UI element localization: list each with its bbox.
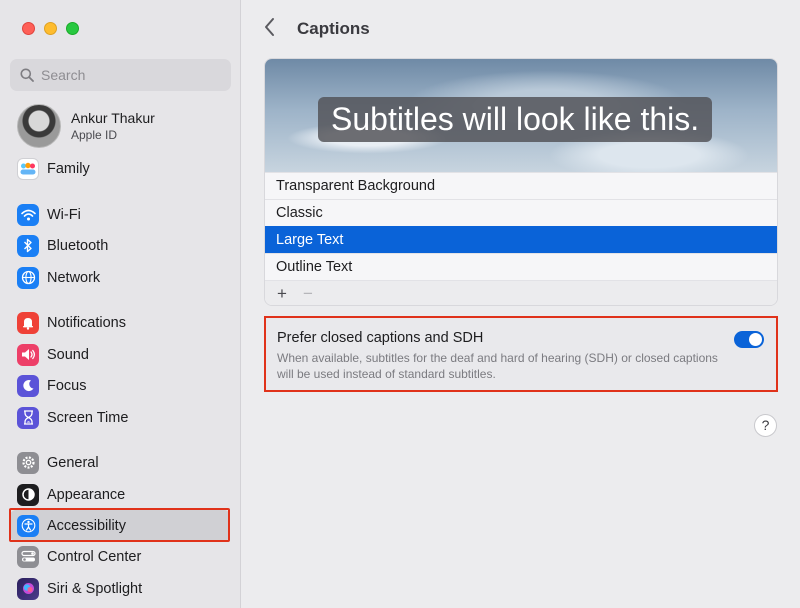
control-center-icon [17, 545, 39, 568]
family-icon [17, 157, 39, 180]
bell-icon [17, 311, 39, 334]
search-field[interactable] [10, 59, 231, 91]
gear-icon [17, 451, 39, 474]
setting-label: Prefer closed captions and SDH [277, 330, 484, 346]
sidebar-item-focus[interactable]: Focus [10, 370, 230, 401]
sidebar-item-screen-time[interactable]: Screen Time [10, 402, 230, 433]
sidebar-item-label: Family [47, 160, 90, 177]
search-input[interactable] [41, 67, 221, 83]
profile-name: Ankur Thakur [71, 110, 155, 126]
zoom-window-button[interactable] [66, 22, 79, 35]
window-controls [22, 22, 79, 35]
sidebar-item-label: General [47, 454, 99, 471]
sidebar-item-siri-spotlight[interactable]: Siri & Spotlight [10, 573, 230, 604]
style-option-outline-text[interactable]: Outline Text [265, 253, 777, 280]
add-style-button[interactable]: + [271, 284, 293, 304]
speaker-icon [17, 343, 39, 366]
bluetooth-icon [17, 234, 39, 257]
accessibility-icon [17, 514, 39, 537]
sidebar-item-label: Sound [47, 346, 89, 363]
page-title: Captions [297, 19, 370, 38]
style-option-large-text[interactable]: Large Text [265, 226, 777, 253]
sidebar-item-wifi[interactable]: Wi-Fi [10, 199, 230, 230]
prefer-closed-captions-toggle[interactable] [734, 331, 764, 348]
sidebar-item-accessibility[interactable]: Accessibility [10, 510, 230, 541]
caption-style-card: Subtitles will look like this. Transpare… [264, 58, 778, 306]
sidebar-item-control-center[interactable]: Control Center [10, 541, 230, 572]
sidebar-item-notifications[interactable]: Notifications [10, 307, 230, 338]
sidebar-item-label: Wi-Fi [47, 206, 81, 223]
sidebar-item-label: Appearance [47, 486, 126, 503]
subtitle-preview: Subtitles will look like this. [265, 59, 777, 172]
sidebar-item-appearance[interactable]: Appearance [10, 479, 230, 510]
sidebar-item-sound[interactable]: Sound [10, 339, 230, 370]
sidebar-item-network[interactable]: Network [10, 262, 230, 293]
sidebar-item-label: Screen Time [47, 409, 129, 426]
toggle-knob [749, 333, 762, 346]
prefer-closed-captions-setting: Prefer closed captions and SDH When avai… [264, 316, 778, 392]
style-list-footer: + − [265, 280, 777, 305]
profile-subtitle: Apple ID [71, 128, 118, 142]
sidebar-item-family[interactable]: Family [10, 153, 230, 184]
apple-id-profile[interactable]: Ankur Thakur Apple ID [17, 104, 155, 148]
minimize-window-button[interactable] [44, 22, 57, 35]
sidebar-item-label: Focus [47, 377, 87, 394]
sidebar-item-label: Accessibility [47, 517, 126, 534]
sidebar: Ankur Thakur Apple ID Family Wi-Fi [0, 0, 241, 608]
globe-icon [17, 266, 39, 289]
sidebar-item-general[interactable]: General [10, 447, 230, 478]
close-window-button[interactable] [22, 22, 35, 35]
avatar [17, 104, 61, 148]
style-option-transparent-background[interactable]: Transparent Background [265, 172, 777, 199]
sidebar-item-label: Notifications [47, 314, 126, 331]
sidebar-item-label: Network [47, 269, 101, 286]
search-icon [20, 68, 34, 82]
remove-style-button[interactable]: − [297, 284, 319, 304]
sidebar-item-bluetooth[interactable]: Bluetooth [10, 230, 230, 261]
wifi-icon [17, 203, 39, 226]
subtitle-preview-text: Subtitles will look like this. [318, 97, 713, 142]
main-pane: Captions Subtitles will look like this. … [242, 0, 800, 608]
sidebar-item-label: Control Center [47, 548, 142, 565]
back-button[interactable] [264, 17, 276, 43]
sidebar-item-label: Bluetooth [47, 237, 109, 254]
moon-icon [17, 374, 39, 397]
chevron-left-icon [265, 18, 274, 36]
setting-description: When available, subtitles for the deaf a… [277, 351, 718, 381]
appearance-icon [17, 483, 39, 506]
help-button[interactable]: ? [754, 414, 777, 437]
hourglass-icon [17, 406, 39, 429]
sidebar-item-label: Siri & Spotlight [47, 580, 143, 597]
style-option-classic[interactable]: Classic [265, 199, 777, 226]
siri-icon [17, 577, 39, 600]
